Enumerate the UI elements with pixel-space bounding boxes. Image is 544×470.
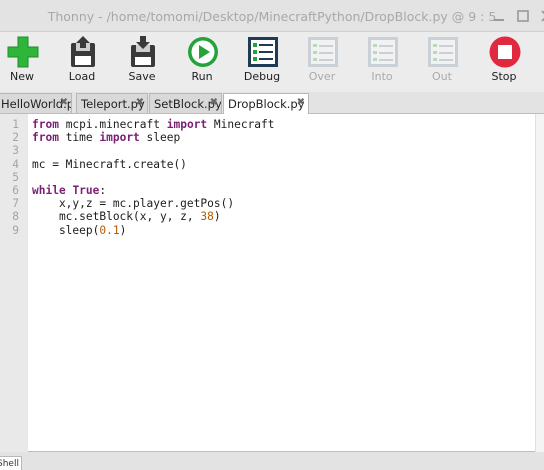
line-number: 9 [12,223,19,237]
stop-icon [489,36,521,68]
keyword-token: import [166,118,208,131]
tab-close-icon[interactable]: ✖ [136,97,144,108]
step-out-icon [428,37,458,67]
run-label: Run [191,70,213,83]
keyword-token: from [32,131,59,145]
new-button[interactable]: New [0,32,50,90]
stop-button[interactable]: Stop [476,32,532,90]
line-number: 1 [12,118,19,131]
new-label: New [10,70,34,83]
code-token: mcpi.minecraft [58,118,167,131]
bottom-panel-bar: Shell [0,452,544,470]
tab-helloworld[interactable]: HelloWorld.py ✖ [0,93,72,113]
code-token: Minecraft [207,118,275,131]
debug-icon [248,37,278,67]
play-icon [188,37,218,67]
line-number: 8 [12,210,19,224]
code-token: mc = Minecraft.create() [32,157,187,171]
step-out-label: Out [432,70,452,83]
editor-tab-bar: HelloWorld.py ✖ Teleport.py ✖ SetBlock.p… [0,92,544,115]
maximize-icon[interactable] [514,7,532,25]
step-out-button[interactable]: Out [414,32,470,90]
code-line: sleep(0.1) [32,224,126,237]
tab-shell[interactable]: Shell [0,456,22,470]
code-line: mc = Minecraft.create() [32,158,187,171]
tab-setblock[interactable]: SetBlock.py ✖ [149,93,222,113]
code-token: ) [119,223,127,237]
close-icon[interactable] [538,7,544,25]
line-number-gutter: 123456789 [0,114,28,452]
code-token: ) [213,210,221,224]
tab-dropblock[interactable]: DropBlock.py * ✖ [223,93,309,115]
plus-icon [7,36,39,68]
code-editor[interactable]: 123456789 from mcpi.minecraft import Min… [0,114,544,452]
load-button[interactable]: Load [54,32,110,90]
step-over-label: Over [308,70,336,83]
code-token: time [58,131,100,145]
number-token: 0.1 [99,223,120,237]
code-line: x,y,z = mc.player.getPos() [32,197,234,210]
code-line: while True: [32,184,106,197]
debug-button[interactable]: Debug [234,32,290,90]
keyword-token: while [32,184,66,197]
step-over-icon [308,37,338,67]
load-label: Load [68,70,96,83]
run-button[interactable]: Run [174,32,230,90]
code-token: x,y,z = mc.player.getPos() [32,197,235,211]
code-token: sleep( [32,223,100,237]
minimize-icon[interactable] [490,7,508,25]
code-token: : [99,184,107,197]
line-number: 5 [12,170,19,184]
line-number: 4 [12,157,19,171]
save-label: Save [128,70,156,83]
line-number: 2 [12,131,19,145]
save-button[interactable]: Save [114,32,170,90]
tab-close-icon[interactable]: ✖ [297,97,305,108]
tab-teleport[interactable]: Teleport.py ✖ [76,93,148,113]
toolbar: New Load Save Run Debug Over Into Out St… [0,32,544,90]
code-token: mc.setBlock(x, y, z, [32,210,201,224]
editor-scrollbar[interactable] [535,114,544,452]
code-line: from mcpi.minecraft import Minecraft [32,118,275,131]
line-number: 6 [12,184,19,197]
keyword-token: import [99,131,140,145]
step-into-label: Into [371,70,393,83]
step-over-button[interactable]: Over [294,32,350,90]
title-bar: Thonny - /home/tomomi/Desktop/MinecraftP… [0,0,544,32]
code-line: from time import sleep [32,131,180,144]
line-number: 7 [12,197,19,211]
window-title: Thonny - /home/tomomi/Desktop/MinecraftP… [47,9,497,24]
code-line: mc.setBlock(x, y, z, 38) [32,210,221,223]
debug-label: Debug [243,70,281,83]
line-number: 3 [12,144,19,158]
keyword-token: from [32,118,59,131]
step-into-button[interactable]: Into [354,32,410,90]
save-floppy-icon [131,36,155,67]
code-token: sleep [139,131,181,145]
step-into-icon [368,37,398,67]
stop-label: Stop [491,70,517,83]
number-token: 38 [200,210,214,224]
keyword-token: True [72,184,100,197]
tab-close-icon[interactable]: ✖ [60,97,68,108]
load-floppy-icon [71,36,95,67]
tab-close-icon[interactable]: ✖ [210,97,218,108]
